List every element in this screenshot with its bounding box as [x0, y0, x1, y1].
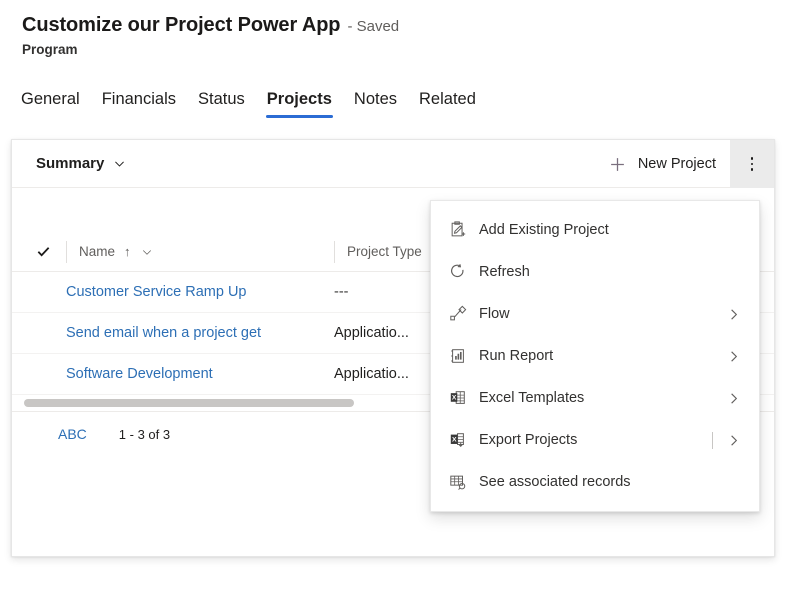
command-bar-actions: New Project	[599, 140, 774, 188]
form-tab-list: General Financials Status Projects Notes…	[10, 86, 487, 120]
submenu-indicator	[712, 431, 749, 449]
tab-notes[interactable]: Notes	[343, 86, 408, 120]
svg-text:X: X	[452, 436, 457, 443]
menu-item-label: Excel Templates	[479, 390, 585, 406]
menu-item-label: Export Projects	[479, 432, 578, 448]
associated-records-icon	[449, 473, 479, 491]
save-status-label: - Saved	[347, 18, 400, 35]
record-form-page: Customize our Project Power App - Saved …	[0, 0, 800, 606]
menu-item-excel-templates[interactable]: X Excel Templates	[431, 377, 759, 419]
more-vertical-icon	[750, 157, 754, 171]
sort-ascending-icon: ↑	[124, 244, 131, 259]
export-excel-icon: X	[449, 431, 479, 449]
submenu-indicator	[726, 349, 749, 364]
submenu-indicator	[726, 307, 749, 322]
chevron-down-icon	[113, 157, 126, 170]
page-title: Customize our Project Power App	[22, 14, 341, 36]
run-report-icon	[449, 347, 479, 365]
subgrid-command-bar: Summary New Project	[12, 140, 774, 188]
chevron-right-icon[interactable]	[726, 433, 749, 448]
submenu-indicator	[726, 391, 749, 406]
overflow-context-menu: Add Existing Project Refresh Flow Run Re…	[430, 200, 760, 512]
refresh-icon	[449, 263, 479, 281]
record-count-label: 1 - 3 of 3	[118, 426, 171, 442]
chevron-right-icon[interactable]	[726, 349, 749, 364]
menu-item-see-associated-records[interactable]: See associated records	[431, 461, 759, 503]
chevron-right-icon[interactable]	[726, 391, 749, 406]
menu-item-label: Refresh	[479, 264, 530, 280]
form-header: Customize our Project Power App - Saved …	[22, 12, 399, 59]
menu-item-label: See associated records	[479, 474, 631, 490]
menu-item-label: Run Report	[479, 348, 554, 364]
menu-item-label: Flow	[479, 306, 510, 322]
alpha-index-button[interactable]: ABC	[58, 426, 87, 442]
chevron-down-icon[interactable]	[141, 246, 153, 258]
view-selector[interactable]: Summary	[36, 155, 126, 172]
menu-item-label: Add Existing Project	[479, 222, 609, 238]
cell-name-link[interactable]: Software Development	[66, 366, 334, 382]
tab-label: General	[21, 90, 80, 108]
menu-item-run-report[interactable]: Run Report	[431, 335, 759, 377]
chevron-right-icon[interactable]	[726, 307, 749, 322]
tab-financials[interactable]: Financials	[91, 86, 187, 120]
column-header-label: Name	[79, 244, 116, 259]
tab-label: Related	[419, 90, 476, 108]
menu-item-flow[interactable]: Flow	[431, 293, 759, 335]
cell-name-link[interactable]: Send email when a project get	[66, 325, 334, 341]
tab-label: Status	[198, 90, 245, 108]
column-header-name[interactable]: Name ↑	[66, 240, 334, 263]
flow-icon	[449, 305, 479, 323]
tab-general[interactable]: General	[10, 86, 91, 120]
view-selector-label: Summary	[36, 155, 105, 172]
plus-icon	[609, 156, 626, 173]
new-project-label: New Project	[637, 156, 716, 172]
menu-item-add-existing-project[interactable]: Add Existing Project	[431, 209, 759, 251]
add-existing-record-icon	[449, 221, 479, 239]
select-all-checkbox[interactable]	[36, 244, 66, 259]
column-header-label: Project Type	[347, 244, 422, 259]
tab-related[interactable]: Related	[408, 86, 487, 120]
tab-label: Projects	[266, 90, 332, 108]
entity-type-label: Program	[22, 42, 78, 57]
tab-projects[interactable]: Projects	[256, 86, 343, 120]
excel-template-icon: X	[449, 389, 479, 407]
title-row: Customize our Project Power App - Saved	[22, 12, 399, 38]
split-divider	[712, 431, 713, 449]
tab-status[interactable]: Status	[187, 86, 256, 120]
scrollbar-thumb[interactable]	[24, 399, 354, 407]
svg-text:X: X	[452, 395, 457, 402]
new-project-button[interactable]: New Project	[599, 140, 730, 188]
cell-name-link[interactable]: Customer Service Ramp Up	[66, 284, 334, 300]
menu-item-export-projects[interactable]: X Export Projects	[431, 419, 759, 461]
menu-item-refresh[interactable]: Refresh	[431, 251, 759, 293]
tab-label: Financials	[101, 90, 176, 108]
more-commands-button[interactable]	[730, 140, 774, 188]
tab-label: Notes	[353, 90, 398, 108]
